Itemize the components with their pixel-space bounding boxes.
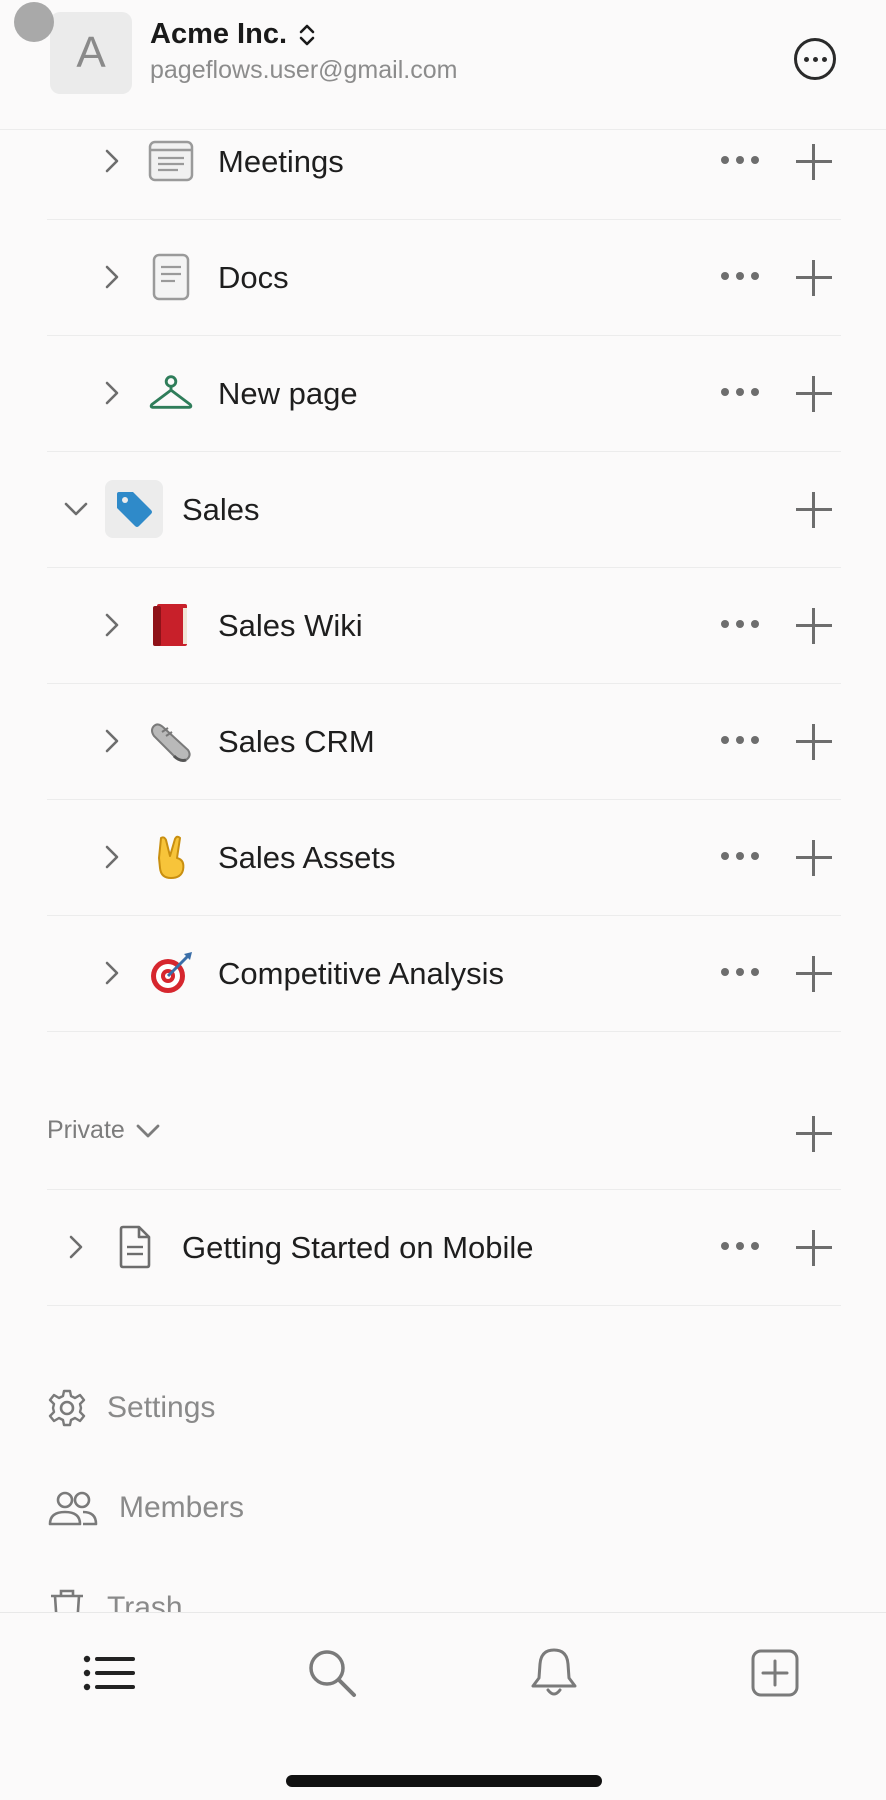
home-indicator[interactable] bbox=[286, 1775, 602, 1787]
tag-icon bbox=[105, 480, 163, 538]
item-more-icon[interactable] bbox=[721, 272, 759, 280]
chevron-down-icon[interactable] bbox=[63, 496, 89, 522]
list-icon bbox=[83, 1655, 135, 1691]
item-more-icon[interactable] bbox=[721, 736, 759, 744]
new-page-icon bbox=[751, 1649, 799, 1697]
sidebar-tree: Meetings Docs New page Sales Sales Wiki … bbox=[0, 104, 886, 1306]
chevron-right-icon[interactable] bbox=[99, 844, 125, 870]
settings-label: Settings bbox=[107, 1391, 216, 1424]
chevron-right-icon[interactable] bbox=[99, 148, 125, 174]
workspace-name: Acme Inc. bbox=[150, 18, 287, 50]
tab-search[interactable] bbox=[302, 1643, 362, 1703]
bottom-tab-bar bbox=[0, 1612, 886, 1800]
sidebar-item-label: New page bbox=[218, 376, 358, 411]
chevron-down-icon bbox=[136, 1124, 160, 1137]
item-more-icon[interactable] bbox=[721, 620, 759, 628]
members-menu-item[interactable]: Members bbox=[47, 1488, 244, 1528]
touch-indicator bbox=[14, 2, 54, 42]
meetings-list-icon bbox=[148, 138, 194, 184]
victory-hand-icon bbox=[148, 834, 194, 880]
add-subpage-icon[interactable] bbox=[794, 374, 834, 414]
sneaker-icon bbox=[148, 718, 194, 764]
add-subpage-icon[interactable] bbox=[794, 606, 834, 646]
members-label: Members bbox=[119, 1491, 245, 1524]
item-more-icon[interactable] bbox=[721, 968, 759, 976]
sidebar-item-competitive-analysis[interactable]: Competitive Analysis bbox=[47, 916, 841, 1032]
sidebar-item-sales-crm[interactable]: Sales CRM bbox=[47, 684, 841, 800]
sidebar-item-meetings[interactable]: Meetings bbox=[47, 104, 841, 220]
workspace-email: pageflows.user@gmail.com bbox=[150, 56, 458, 84]
tab-new-page[interactable] bbox=[745, 1643, 805, 1703]
add-subpage-icon[interactable] bbox=[794, 722, 834, 762]
sidebar-item-docs[interactable]: Docs bbox=[47, 220, 841, 336]
add-subpage-icon[interactable] bbox=[794, 258, 834, 298]
sidebar-item-label: Sales Wiki bbox=[218, 608, 363, 643]
more-options-icon[interactable] bbox=[794, 38, 836, 80]
sidebar-item-sales-wiki[interactable]: Sales Wiki bbox=[47, 568, 841, 684]
add-subpage-icon[interactable] bbox=[794, 1228, 834, 1268]
bell-icon bbox=[531, 1648, 577, 1696]
hanger-icon bbox=[148, 370, 194, 416]
add-private-page-icon[interactable] bbox=[794, 1114, 834, 1154]
add-subpage-icon[interactable] bbox=[794, 838, 834, 878]
settings-menu-item[interactable]: Settings bbox=[47, 1388, 215, 1428]
search-icon bbox=[309, 1650, 356, 1697]
document-icon bbox=[148, 253, 194, 301]
workspace-avatar[interactable]: A bbox=[50, 12, 132, 94]
add-subpage-icon[interactable] bbox=[794, 954, 834, 994]
chevron-right-icon[interactable] bbox=[99, 264, 125, 290]
sidebar-item-label: Sales bbox=[182, 492, 260, 527]
chevron-up-down-icon bbox=[299, 24, 315, 45]
sidebar-item-label: Sales Assets bbox=[218, 840, 396, 875]
section-title: Private bbox=[47, 1116, 125, 1144]
add-subpage-icon[interactable] bbox=[794, 142, 834, 182]
item-more-icon[interactable] bbox=[721, 156, 759, 164]
sidebar-item-label: Meetings bbox=[218, 144, 344, 179]
target-icon bbox=[148, 950, 194, 996]
chevron-right-icon[interactable] bbox=[99, 612, 125, 638]
chevron-right-icon[interactable] bbox=[63, 1234, 89, 1260]
workspace-switcher[interactable]: Acme Inc. bbox=[150, 18, 317, 51]
sidebar-item-sales[interactable]: Sales bbox=[47, 452, 841, 568]
item-more-icon[interactable] bbox=[721, 852, 759, 860]
members-icon bbox=[48, 1491, 98, 1526]
private-section-toggle[interactable]: Private bbox=[47, 1116, 161, 1145]
chevron-right-icon[interactable] bbox=[99, 380, 125, 406]
chevron-right-icon[interactable] bbox=[99, 728, 125, 754]
sidebar-item-new-page[interactable]: New page bbox=[47, 336, 841, 452]
tab-notifications[interactable] bbox=[524, 1643, 584, 1703]
item-more-icon[interactable] bbox=[721, 388, 759, 396]
private-section-header: Private bbox=[47, 1032, 841, 1190]
sidebar-item-sales-assets[interactable]: Sales Assets bbox=[47, 800, 841, 916]
sidebar-item-label: Getting Started on Mobile bbox=[182, 1230, 534, 1265]
tab-sidebar[interactable] bbox=[80, 1643, 140, 1703]
sidebar-item-getting-started[interactable]: Getting Started on Mobile bbox=[47, 1190, 841, 1306]
item-more-icon[interactable] bbox=[721, 1242, 759, 1250]
add-subpage-icon[interactable] bbox=[794, 490, 834, 530]
gear-icon bbox=[48, 1389, 86, 1427]
sidebar-item-label: Competitive Analysis bbox=[218, 956, 505, 991]
sidebar-item-label: Docs bbox=[218, 260, 289, 295]
chevron-right-icon[interactable] bbox=[99, 960, 125, 986]
sidebar-item-label: Sales CRM bbox=[218, 724, 375, 759]
red-book-icon bbox=[148, 602, 194, 648]
page-icon bbox=[112, 1224, 158, 1270]
